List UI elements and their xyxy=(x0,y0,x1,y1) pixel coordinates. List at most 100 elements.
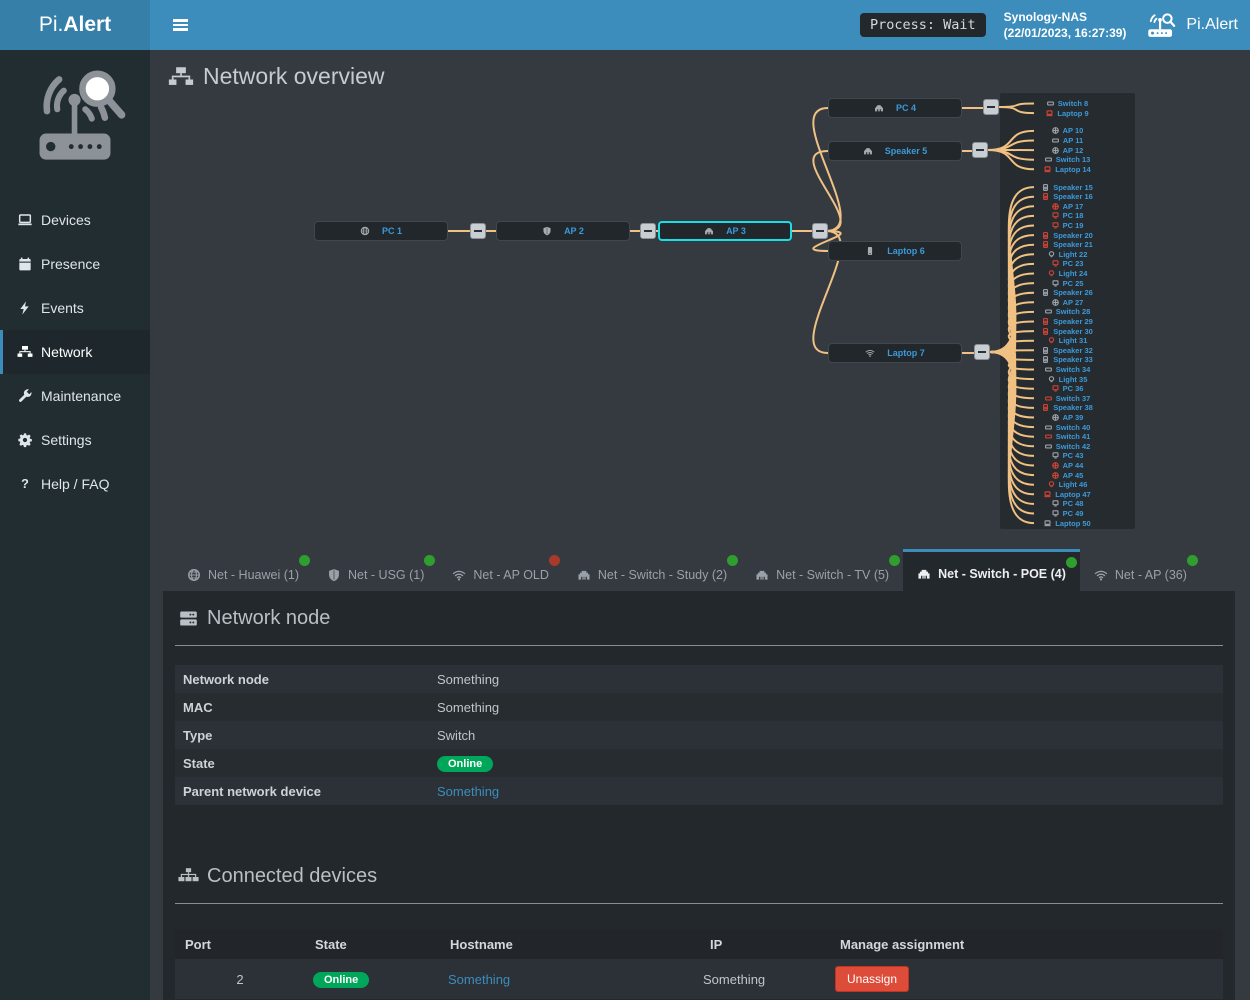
node-label: PC 1 xyxy=(382,226,402,236)
table-row: Parent network deviceSomething xyxy=(175,777,1223,805)
device-row-speaker-26[interactable]: Speaker 26 xyxy=(1000,288,1135,298)
sidebar-item-devices[interactable]: Devices xyxy=(0,198,150,242)
tab-net-usg-1[interactable]: Net - USG (1) xyxy=(313,554,438,596)
device-row-laptop-14[interactable]: Laptop 14 xyxy=(1000,165,1135,175)
device-row-ap-45[interactable]: AP 45 xyxy=(1000,470,1135,480)
networkwired-icon xyxy=(17,344,33,360)
device-label: AP 45 xyxy=(1063,471,1084,480)
device-row-pc-48[interactable]: PC 48 xyxy=(1000,499,1135,509)
device-row-laptop-9[interactable]: Laptop 9 xyxy=(1000,108,1135,118)
collapse-button[interactable] xyxy=(470,223,486,239)
router-scan-icon xyxy=(1144,12,1178,38)
tab-net-ap-old[interactable]: Net - AP OLD xyxy=(438,554,563,596)
device-row-switch-42[interactable]: Switch 42 xyxy=(1000,442,1135,452)
device-row-light-46[interactable]: Light 46 xyxy=(1000,480,1135,490)
diagram-node-pc-4[interactable]: PC 4 xyxy=(828,98,962,118)
device-row-pc-43[interactable]: PC 43 xyxy=(1000,451,1135,461)
diagram-node-ap-2[interactable]: AP 2 xyxy=(496,221,630,241)
parent-device-link[interactable]: Something xyxy=(437,784,499,799)
device-row-pc-49[interactable]: PC 49 xyxy=(1000,509,1135,519)
brand[interactable]: Pi.Alert xyxy=(0,0,150,50)
port-value: 2 xyxy=(175,972,305,987)
row-label: MAC xyxy=(175,700,430,715)
device-row-switch-13[interactable]: Switch 13 xyxy=(1000,155,1135,165)
device-label: Laptop 50 xyxy=(1055,519,1090,528)
device-row-laptop-47[interactable]: Laptop 47 xyxy=(1000,490,1135,500)
hostname-link[interactable]: Something xyxy=(448,972,510,987)
device-row-ap-10[interactable]: AP 10 xyxy=(1000,126,1135,136)
device-row-speaker-38[interactable]: Speaker 38 xyxy=(1000,403,1135,413)
shield-icon xyxy=(327,568,341,582)
collapse-button[interactable] xyxy=(812,223,828,239)
wifi-icon xyxy=(865,348,875,358)
device-row-pc-18[interactable]: PC 18 xyxy=(1000,211,1135,221)
device-row-switch-34[interactable]: Switch 34 xyxy=(1000,365,1135,375)
device-row-laptop-50[interactable]: Laptop 50 xyxy=(1000,518,1135,528)
sidebar-item-presence[interactable]: Presence xyxy=(0,242,150,286)
device-row-light-31[interactable]: Light 31 xyxy=(1000,336,1135,346)
device-row-ap-27[interactable]: AP 27 xyxy=(1000,298,1135,308)
calendar-icon xyxy=(17,256,33,272)
node-label: AP 3 xyxy=(726,226,746,236)
sidebar-item-events[interactable]: Events xyxy=(0,286,150,330)
device-row-ap-44[interactable]: AP 44 xyxy=(1000,461,1135,471)
tab-net-switch-tv-5[interactable]: Net - Switch - TV (5) xyxy=(741,554,903,596)
device-row-switch-37[interactable]: Switch 37 xyxy=(1000,394,1135,404)
diagram-node-pc-1[interactable]: PC 1 xyxy=(314,221,448,241)
status-dot-red xyxy=(549,555,560,566)
tab-net-huawei-1[interactable]: Net - Huawei (1) xyxy=(173,554,313,596)
switch-device-icon xyxy=(1045,366,1052,373)
device-row-speaker-33[interactable]: Speaker 33 xyxy=(1000,355,1135,365)
tab-net-switch-poe-4[interactable]: Net - Switch - POE (4) xyxy=(903,549,1080,596)
diagram-node-ap-3[interactable]: AP 3 xyxy=(658,221,792,241)
table-header: PortStateHostnameIPManage assignment xyxy=(175,929,1223,959)
device-row-pc-36[interactable]: PC 36 xyxy=(1000,384,1135,394)
sidebar-item-maintenance[interactable]: Maintenance xyxy=(0,374,150,418)
app-home-link[interactable]: Pi.Alert xyxy=(1144,12,1238,38)
sidebar-item-label: Devices xyxy=(41,212,91,228)
divider xyxy=(175,645,1223,646)
device-row-light-35[interactable]: Light 35 xyxy=(1000,374,1135,384)
device-row-ap-12[interactable]: AP 12 xyxy=(1000,145,1135,155)
device-row-ap-17[interactable]: AP 17 xyxy=(1000,202,1135,212)
device-row-light-24[interactable]: Light 24 xyxy=(1000,269,1135,279)
sidebar-item-network[interactable]: Network xyxy=(0,330,150,374)
device-row-speaker-15[interactable]: Speaker 15 xyxy=(1000,182,1135,192)
device-row-pc-25[interactable]: PC 25 xyxy=(1000,278,1135,288)
collapse-button[interactable] xyxy=(983,99,999,115)
row-value: Something xyxy=(437,700,499,715)
sidebar-toggle-button[interactable] xyxy=(165,7,195,43)
device-row-speaker-16[interactable]: Speaker 16 xyxy=(1000,192,1135,202)
device-row-pc-23[interactable]: PC 23 xyxy=(1000,259,1135,269)
device-row-speaker-30[interactable]: Speaker 30 xyxy=(1000,326,1135,336)
device-row-ap-39[interactable]: AP 39 xyxy=(1000,413,1135,423)
sidebar-item-settings[interactable]: Settings xyxy=(0,418,150,462)
device-label: PC 23 xyxy=(1063,259,1084,268)
unassign-button[interactable]: Unassign xyxy=(835,966,909,992)
collapse-button[interactable] xyxy=(640,223,656,239)
device-row-ap-11[interactable]: AP 11 xyxy=(1000,136,1135,146)
device-row-speaker-21[interactable]: Speaker 21 xyxy=(1000,240,1135,250)
laptop-icon xyxy=(17,212,33,228)
device-row-switch-41[interactable]: Switch 41 xyxy=(1000,432,1135,442)
status-dot-green xyxy=(889,555,900,566)
diagram-node-laptop-7[interactable]: Laptop 7 xyxy=(828,343,962,363)
speaker-device-icon xyxy=(1042,318,1049,325)
device-row-speaker-29[interactable]: Speaker 29 xyxy=(1000,317,1135,327)
tab-net-ap-36[interactable]: Net - AP (36) xyxy=(1080,554,1201,596)
device-row-speaker-20[interactable]: Speaker 20 xyxy=(1000,230,1135,240)
device-row-speaker-32[interactable]: Speaker 32 xyxy=(1000,346,1135,356)
device-row-switch-8[interactable]: Switch 8 xyxy=(1000,99,1135,109)
status-dot-green xyxy=(1187,555,1198,566)
diagram-node-speaker-5[interactable]: Speaker 5 xyxy=(828,141,962,161)
device-label: AP 17 xyxy=(1063,202,1084,211)
device-row-light-22[interactable]: Light 22 xyxy=(1000,250,1135,260)
sidebar-item-help-faq[interactable]: ?Help / FAQ xyxy=(0,462,150,506)
device-row-switch-28[interactable]: Switch 28 xyxy=(1000,307,1135,317)
diagram-node-laptop-6[interactable]: Laptop 6 xyxy=(828,241,962,261)
device-row-pc-19[interactable]: PC 19 xyxy=(1000,221,1135,231)
collapse-button[interactable] xyxy=(972,142,988,158)
collapse-button[interactable] xyxy=(974,344,990,360)
device-row-switch-40[interactable]: Switch 40 xyxy=(1000,422,1135,432)
tab-net-switch-study-2[interactable]: Net - Switch - Study (2) xyxy=(563,554,741,596)
